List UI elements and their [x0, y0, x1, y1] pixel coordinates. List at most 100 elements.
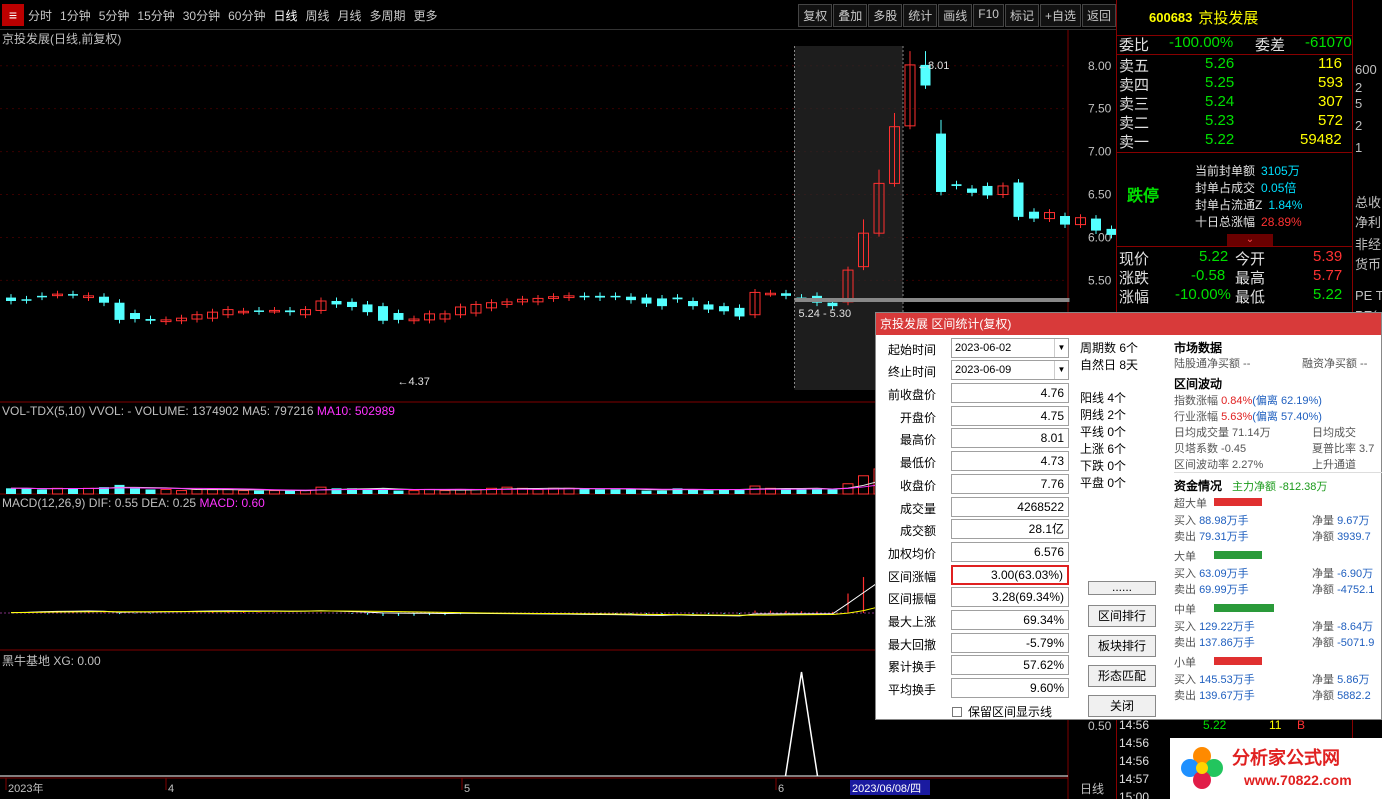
- info-value2: 5.39: [1313, 248, 1343, 265]
- separator: [1117, 246, 1353, 247]
- ask-row: 卖二 5.23 572: [1117, 112, 1353, 132]
- toolbar-button[interactable]: 叠加: [833, 4, 868, 27]
- candle-body: [936, 133, 946, 192]
- timeframe-tab[interactable]: 月线: [334, 7, 366, 24]
- candle-body: [719, 306, 729, 312]
- chevron-down-icon[interactable]: ▼: [1054, 339, 1068, 357]
- volume-bar: [315, 486, 327, 495]
- ask-vol: 116: [1318, 55, 1342, 72]
- candle-body: [1013, 182, 1024, 217]
- candle-body: [347, 301, 357, 308]
- dialog-button[interactable]: 板块排行: [1088, 635, 1156, 657]
- candle-body: [610, 295, 621, 298]
- timeframe-tab[interactable]: 15分钟: [133, 7, 178, 24]
- sell-label: 卖出: [1174, 637, 1200, 649]
- dialog-button[interactable]: ......: [1088, 581, 1156, 595]
- period-stat: 周期数 6个: [1080, 341, 1139, 355]
- tick-time: 14:57: [1119, 772, 1150, 786]
- keep-line-label: 保留区间显示线: [968, 705, 1053, 719]
- stock-code: 600683: [1149, 10, 1193, 25]
- candle-body: [362, 304, 373, 313]
- main-net-value: 主力净额 -812.38万: [1232, 481, 1328, 493]
- volume-bar: [254, 490, 264, 494]
- dialog-button[interactable]: 关闭: [1088, 695, 1156, 717]
- buy-label: 买入: [1174, 515, 1200, 527]
- timeframe-tab[interactable]: 分时: [24, 7, 56, 24]
- menu-icon[interactable]: ≡: [2, 4, 24, 26]
- candle-body: [579, 295, 590, 298]
- amt-label: 净额: [1312, 637, 1338, 649]
- volume-bar: [191, 488, 203, 495]
- toolbar-button[interactable]: +自选: [1039, 4, 1081, 27]
- stat-field-label: 区间涨幅: [887, 569, 936, 584]
- info-value: -10.00%: [1175, 286, 1231, 303]
- seal-row: 当前封单额 3105万: [1195, 162, 1300, 179]
- amt-value: 3939.7: [1337, 531, 1371, 543]
- vol-label-a: VOL-TDX(5,10) VVOL: -: [2, 404, 132, 418]
- order-net: 净量 -6.90万: [1312, 565, 1373, 581]
- stat-field-row: 收盘价 7.76: [876, 473, 1071, 495]
- price-tick-label: 5.50: [1088, 273, 1112, 287]
- candle-body: [657, 298, 667, 307]
- timeframe-tabs: ≡ 分时 1分钟 5分钟 15分钟 30分钟 60分钟 日线 周线 月线 多周期 更多: [0, 0, 442, 30]
- volume-bar: [641, 490, 652, 494]
- macd-label-b: DEA: 0.25: [141, 496, 197, 510]
- dialog-button[interactable]: 形态匹配: [1088, 665, 1156, 687]
- timeframe-tab[interactable]: 5分钟: [95, 7, 134, 24]
- stat-field-value: -5.79%: [951, 632, 1069, 653]
- dialog-button[interactable]: 区间排行: [1088, 605, 1156, 627]
- stat-field-value: 7.76: [951, 473, 1069, 494]
- toolbar-button[interactable]: F10: [973, 4, 1004, 27]
- ask-vol: 572: [1318, 112, 1344, 129]
- buy-label: 买入: [1174, 568, 1200, 580]
- candle-body: [951, 184, 962, 186]
- timeframe-tab[interactable]: 日线: [269, 7, 301, 24]
- volume-bar: [238, 490, 249, 495]
- keep-line-option[interactable]: 保留区间显示线: [952, 703, 1052, 720]
- candle-body: [37, 295, 47, 298]
- timeframe-tab[interactable]: 周线: [301, 7, 333, 24]
- limit-down-badge: 跌停: [1127, 188, 1160, 205]
- ask-price: 5.24: [1205, 93, 1235, 110]
- amt-label: 净额: [1312, 584, 1338, 596]
- tick-side: B: [1297, 718, 1306, 732]
- price-tick-label: 7.50: [1088, 102, 1112, 116]
- stat-field-row: 最大上涨 69.34%: [876, 609, 1071, 631]
- order-group-name: 大单: [1174, 551, 1196, 563]
- keep-line-checkbox[interactable]: [952, 707, 962, 717]
- stat-field-label: 成交量: [899, 501, 936, 516]
- timeframe-tab[interactable]: 更多: [410, 7, 442, 24]
- end-date-value: 2023-06-09: [955, 364, 1012, 376]
- order-amount: 净额 -5071.9: [1312, 634, 1374, 650]
- timeframe-tab[interactable]: 1分钟: [56, 7, 95, 24]
- end-date-label: 终止时间: [887, 365, 936, 379]
- volume-bar: [626, 489, 636, 494]
- buy-value: 129.22万手: [1199, 621, 1255, 633]
- amt-value: -4752.1: [1337, 584, 1375, 596]
- start-date-picker[interactable]: 2023-06-02 ▼: [951, 338, 1069, 358]
- timeframe-tab[interactable]: 60分钟: [224, 7, 269, 24]
- toolbar-button[interactable]: 标记: [1004, 4, 1039, 27]
- toolbar-button[interactable]: 返回: [1081, 4, 1116, 27]
- xg-tick-label: 0.50: [1088, 719, 1112, 733]
- ask-label: 卖四: [1119, 77, 1150, 94]
- stat-field-label: 最大回撤: [887, 637, 936, 652]
- timeframe-tab[interactable]: 30分钟: [179, 7, 224, 24]
- toolbar-button[interactable]: 复权: [798, 4, 833, 27]
- ask-label: 卖一: [1119, 134, 1150, 151]
- timeframe-tab[interactable]: 多周期: [366, 7, 410, 24]
- order-sell: 卖出 79.31万手: [1174, 528, 1249, 544]
- fund-title: 资金情况: [1174, 479, 1223, 493]
- collapse-chevron-icon[interactable]: ⌄: [1227, 234, 1273, 246]
- volume-bar: [160, 488, 172, 495]
- toolbar-button[interactable]: 画线: [938, 4, 973, 27]
- toolbar-button[interactable]: 多股: [868, 4, 903, 27]
- x-axis-label: 4: [168, 783, 174, 795]
- info-label2: 最低: [1235, 289, 1266, 306]
- chevron-down-icon[interactable]: ▼: [1054, 361, 1068, 379]
- volume-bar: [796, 489, 807, 494]
- toolbar-button[interactable]: 统计: [903, 4, 938, 27]
- webi-row: 委比 -100.00% 委差 -61070: [1117, 34, 1353, 54]
- stat-field-row: 加权均价 6.576: [876, 541, 1071, 563]
- end-date-picker[interactable]: 2023-06-09 ▼: [951, 360, 1069, 380]
